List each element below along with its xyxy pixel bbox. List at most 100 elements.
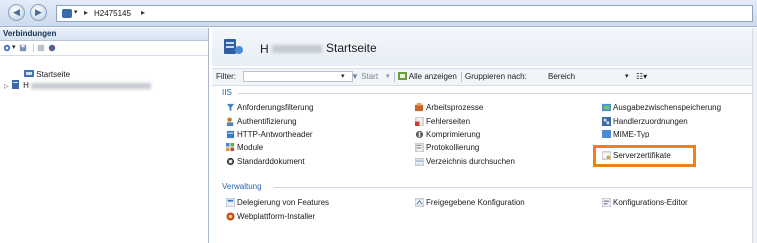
address-bar: ◀ ▶ ▾ ▸ H2475145 ▸ — [0, 0, 757, 27]
handler-mappings-icon — [602, 117, 611, 126]
section-divider — [238, 93, 753, 94]
redacted-text — [272, 45, 322, 53]
feature-konfigurations-editor[interactable]: Konfigurations-Editor — [602, 198, 688, 209]
feature-module[interactable]: Module — [226, 143, 263, 154]
filter-input[interactable] — [243, 71, 353, 82]
server-icon — [11, 80, 19, 89]
tree-item-label: H — [23, 81, 29, 90]
feature-label: Delegierung von Features — [237, 198, 330, 207]
page-title-prefix: H — [260, 42, 269, 56]
chevron-down-icon[interactable]: ▾ — [386, 72, 390, 80]
feature-arbeitsprozesse[interactable]: Arbeitsprozesse — [415, 103, 483, 114]
authentication-icon — [226, 117, 234, 126]
shared-configuration-icon — [415, 198, 424, 207]
group-by-label: Gruppieren nach: — [465, 72, 527, 81]
feature-label: HTTP-Antwortheader — [237, 130, 313, 139]
refresh-icon[interactable] — [37, 44, 45, 52]
start-label: Start — [361, 72, 379, 81]
section-divider — [274, 187, 753, 188]
feature-label: Arbeitsprozesse — [426, 103, 484, 112]
tree-item-startseite[interactable]: Startseite — [24, 69, 70, 79]
modules-icon — [226, 143, 235, 152]
feature-label: MIME-Typ — [613, 130, 650, 138]
connections-pane: Verbindungen ▾ Startseite ▷ H — [0, 28, 209, 243]
address-box[interactable]: ▾ ▸ H2475145 ▸ — [56, 5, 753, 22]
feature-http-antwortheader[interactable]: HTTP-Antwortheader — [226, 130, 313, 141]
home-icon — [24, 70, 34, 77]
feature-label: Authentifizierung — [237, 117, 297, 126]
funnel-icon: ▼ — [351, 72, 359, 81]
show-all-button[interactable]: Alle anzeigen — [398, 72, 457, 81]
compression-icon — [415, 130, 424, 139]
page-title: Startseite — [326, 41, 377, 55]
filter-label: Filter: — [216, 72, 236, 81]
back-button[interactable]: ◀ — [8, 4, 25, 21]
view-button[interactable]: ☷▾ — [636, 72, 647, 81]
tree-item-server[interactable]: ▷ H — [4, 80, 152, 90]
feature-delegation-icon — [226, 198, 235, 207]
error-pages-icon — [415, 117, 424, 126]
feature-freigegebene-konfiguration[interactable]: Freigegebene Konfiguration — [415, 198, 525, 209]
feature-handlerzuordnungen[interactable]: Handlerzuordnungen — [602, 117, 688, 128]
breadcrumb-separator: ▸ — [84, 8, 89, 17]
section-header-verwaltung[interactable]: Verwaltung — [222, 182, 262, 191]
web-platform-installer-icon — [226, 212, 235, 221]
feature-anforderungsfilterung[interactable]: Anforderungsfilterung — [226, 103, 314, 114]
forward-button[interactable]: ▶ — [30, 4, 47, 21]
view-list-icon: ☷▾ — [636, 72, 648, 81]
feature-standarddokument[interactable]: Standarddokument — [226, 157, 305, 168]
directory-browsing-icon — [415, 158, 424, 166]
logging-icon — [415, 143, 424, 152]
show-all-icon — [398, 72, 407, 80]
connect-icon[interactable] — [3, 44, 11, 52]
toolbar-separator — [461, 72, 462, 82]
breadcrumb-server[interactable]: H2475145 — [94, 9, 131, 18]
output-caching-icon — [602, 103, 611, 112]
connections-toolbar: ▾ — [0, 41, 208, 56]
server-icon — [224, 39, 243, 54]
http-headers-icon — [226, 130, 235, 139]
feature-label: Fehlerseiten — [426, 117, 471, 126]
feature-delegierung-von-features[interactable]: Delegierung von Features — [226, 198, 329, 209]
group-by-select[interactable]: Bereich — [548, 72, 575, 81]
feature-fehlerseiten[interactable]: Fehlerseiten — [415, 117, 470, 128]
scrollbar[interactable] — [752, 28, 757, 243]
show-all-label: Alle anzeigen — [408, 72, 457, 81]
feature-ausgabezwischenspeicherung[interactable]: Ausgabezwischenspeicherung — [602, 103, 721, 114]
default-document-icon — [226, 157, 235, 166]
section-header-iis[interactable]: IIS — [222, 88, 232, 97]
connections-header: Verbindungen — [0, 28, 208, 41]
chevron-down-icon[interactable]: ▾ — [625, 72, 629, 80]
disconnect-icon[interactable] — [48, 44, 56, 52]
save-icon[interactable] — [19, 44, 27, 52]
feature-verzeichnis-durchsuchen[interactable]: Verzeichnis durchsuchen — [415, 157, 515, 168]
feature-komprimierung[interactable]: Komprimierung — [415, 130, 480, 141]
feature-label: Protokollierung — [426, 143, 480, 152]
start-button[interactable]: ▼ Start — [351, 72, 378, 81]
mime-types-icon — [602, 130, 611, 138]
feature-protokollierung[interactable]: Protokollierung — [415, 143, 479, 154]
feature-mime-typ[interactable]: MIME-Typ — [602, 130, 649, 138]
server-icon — [62, 9, 72, 18]
main-pane: H Startseite Filter: ▾ ▼ Start ▾ Alle an… — [212, 28, 757, 243]
breadcrumb-separator[interactable]: ▸ — [141, 8, 145, 17]
highlight-box — [593, 145, 696, 167]
configuration-editor-icon — [602, 198, 611, 207]
feature-webplattform-installer[interactable]: Webplattform-Installer — [226, 212, 315, 223]
redacted-text — [31, 82, 152, 89]
worker-processes-icon — [415, 103, 424, 112]
request-filter-icon — [226, 103, 235, 112]
expand-icon[interactable]: ▷ — [4, 84, 9, 90]
feature-label: Ausgabezwischenspeicherung — [613, 103, 722, 112]
feature-label: Konfigurations-Editor — [613, 198, 688, 207]
tree-item-label: Startseite — [36, 70, 71, 79]
chevron-down-icon[interactable]: ▾ — [341, 72, 345, 80]
chevron-down-icon[interactable]: ▾ — [12, 43, 16, 51]
chevron-down-icon[interactable]: ▾ — [74, 8, 78, 16]
feature-label: Handlerzuordnungen — [613, 117, 688, 126]
page-header: H Startseite — [212, 28, 757, 66]
feature-label: Freigegebene Konfiguration — [426, 198, 525, 207]
feature-authentifizierung[interactable]: Authentifizierung — [226, 117, 297, 128]
feature-label: Module — [237, 143, 264, 152]
feature-label: Webplattform-Installer — [237, 212, 316, 221]
